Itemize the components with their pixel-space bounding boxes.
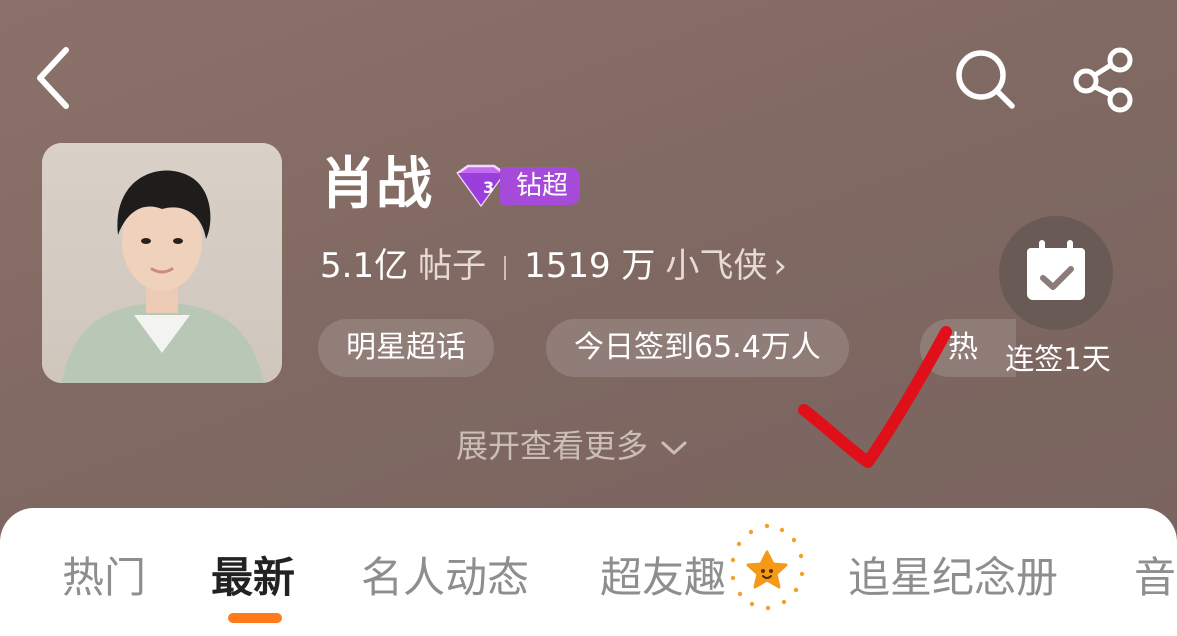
followers-count[interactable]: 1519 万 bbox=[524, 246, 655, 286]
topic-title: 肖战 bbox=[320, 152, 432, 217]
red-checkmark-annotation bbox=[798, 326, 952, 468]
avatar-photo bbox=[42, 143, 282, 383]
followers-label[interactable]: 小飞侠 bbox=[665, 246, 767, 286]
star-sparkle-icon bbox=[730, 523, 805, 611]
search-button[interactable] bbox=[952, 46, 1018, 112]
tab-super-fun[interactable]: 超友趣 bbox=[600, 546, 726, 610]
chevron-down-icon bbox=[661, 441, 687, 455]
posts-label: 帖子 bbox=[418, 246, 487, 286]
tab-bar: 热门 最新 名人动态 超友趣 追星纪念册 音 bbox=[0, 508, 1177, 636]
posts-count: 5.1亿 bbox=[320, 246, 409, 286]
expand-label: 展开查看更多 bbox=[456, 427, 649, 465]
checkin-button[interactable] bbox=[999, 216, 1113, 330]
back-button[interactable] bbox=[26, 40, 86, 116]
super-badge[interactable]: 3 钻超 bbox=[452, 163, 582, 209]
share-icon bbox=[1073, 47, 1133, 113]
topic-header: 肖战 3 钻超 5.1亿 帖子 1519 万小飞侠 › 明星超话 今日签到65.4万人… bbox=[0, 0, 1177, 560]
search-icon bbox=[956, 50, 1015, 109]
chevron-right-icon[interactable]: › bbox=[773, 246, 787, 286]
badge-label: 钻超 bbox=[500, 167, 581, 205]
expand-more-button[interactable]: 展开查看更多 bbox=[456, 422, 688, 470]
topic-stats: 5.1亿 帖子 1519 万小飞侠 › bbox=[320, 242, 787, 290]
tab-latest[interactable]: 最新 bbox=[211, 546, 295, 610]
tab-fan-album[interactable]: 追星纪念册 bbox=[848, 546, 1058, 610]
calendar-check-icon bbox=[1027, 240, 1085, 300]
chevron-left-icon bbox=[37, 47, 69, 109]
share-button[interactable] bbox=[1068, 44, 1140, 116]
tab-music[interactable]: 音 bbox=[1134, 546, 1176, 610]
topic-avatar[interactable] bbox=[42, 143, 282, 383]
stats-divider bbox=[504, 255, 507, 280]
active-tab-indicator bbox=[228, 613, 282, 623]
chip-star-topic[interactable]: 明星超话 bbox=[318, 319, 494, 377]
checkin-label: 连签1天 bbox=[1005, 342, 1111, 376]
tab-celebrity-updates[interactable]: 名人动态 bbox=[361, 546, 529, 610]
tab-hot[interactable]: 热门 bbox=[62, 546, 146, 610]
svg-text:3: 3 bbox=[483, 178, 494, 197]
